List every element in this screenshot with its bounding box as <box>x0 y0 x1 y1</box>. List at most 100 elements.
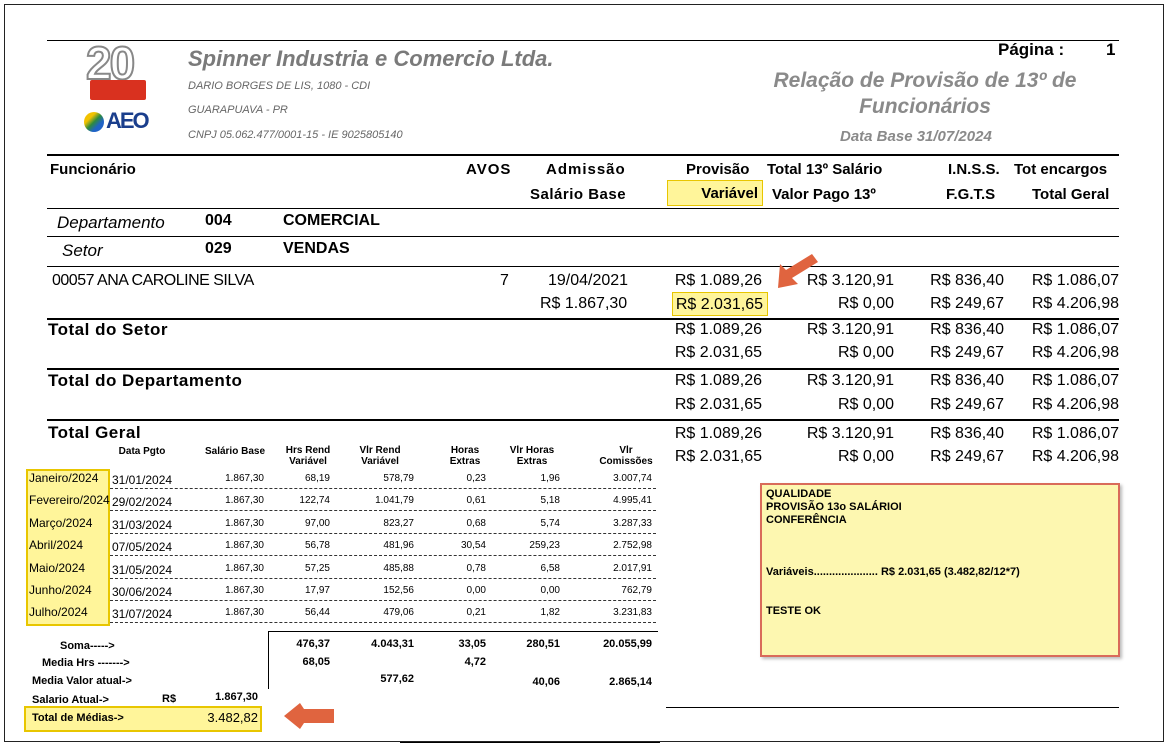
mh-salario-base: Salário Base <box>204 446 266 457</box>
sum-vrule <box>268 631 269 689</box>
logo-aeo: AEO <box>84 106 156 146</box>
row-divider <box>110 532 656 534</box>
month-vlr: 1.041,79 <box>375 495 414 507</box>
month-hrs: 57,25 <box>304 562 330 574</box>
month-vlr: 578,79 <box>383 473 414 484</box>
geral-variavel: R$ 2.031,65 <box>674 448 762 465</box>
sector-code: 029 <box>205 240 232 257</box>
department-code: 004 <box>205 212 232 229</box>
setor-fgts: R$ 249,67 <box>930 344 1004 361</box>
month-hrs: 56,78 <box>304 540 330 552</box>
logo-globe-icon <box>84 112 104 132</box>
col-total13: Total 13º Salário <box>767 161 883 178</box>
month-he: 0,78 <box>466 562 486 574</box>
header-rule <box>47 154 1119 156</box>
month-vhe: 1,96 <box>540 473 560 484</box>
mh-vlr-rend: Vlr Rend Variável <box>359 445 401 467</box>
mh-vlr-horas-extras: Vlr Horas Extras <box>509 445 555 467</box>
month-com: 2.017,91 <box>613 562 652 574</box>
geral-pago13: R$ 0,00 <box>837 448 894 465</box>
month-date: 31/05/2024 <box>112 562 173 577</box>
note-spacer-2 <box>766 579 1114 605</box>
department-label: Departamento <box>57 213 165 232</box>
month-date: 29/02/2024 <box>112 495 173 510</box>
depto-encargos: R$ 1.086,07 <box>1031 372 1119 389</box>
soma-hrs: 476,37 <box>296 638 330 650</box>
geral-total: R$ 4.206,98 <box>1031 448 1119 465</box>
employee-inss: R$ 836,40 <box>930 272 1004 289</box>
note-spacer <box>766 527 1114 566</box>
month-vlr: 481,96 <box>383 540 414 552</box>
month-vhe: 6,58 <box>540 562 560 574</box>
month-com: 4.995,41 <box>613 495 652 507</box>
col-admissao: Admissão <box>546 161 626 178</box>
soma-com: 20.055,99 <box>603 638 652 650</box>
month-com: 3.231,83 <box>613 607 652 619</box>
month-he: 0,23 <box>466 473 486 484</box>
month-vlr: 152,56 <box>383 585 414 596</box>
col-fgts: F.G.T.S <box>946 186 996 203</box>
month-vhe: 5,18 <box>540 495 560 507</box>
col-avos: AVOS <box>466 161 512 178</box>
month-label: Janeiro/2024 <box>29 471 99 485</box>
row-divider <box>110 577 656 579</box>
total-depto-label: Total do Departamento <box>48 371 243 390</box>
department-name: COMERCIAL <box>283 212 380 229</box>
soma-vhe: 280,51 <box>526 638 560 650</box>
depto-inss: R$ 836,40 <box>930 372 1004 389</box>
total-medias-label: Total de Médias-> <box>32 712 124 724</box>
month-label: Maio/2024 <box>29 560 86 575</box>
month-date: 07/05/2024 <box>112 540 173 555</box>
month-vhe: 259,23 <box>529 540 560 552</box>
media-com: 2.865,14 <box>609 676 652 688</box>
soma-label: Soma-----> <box>60 640 115 652</box>
total-medias: 3.482,82 <box>207 710 258 725</box>
mh-horas-extras: Horas Extras <box>449 445 481 467</box>
month-he: 0,61 <box>466 495 486 507</box>
month-vlr: 823,27 <box>383 517 414 529</box>
month-date: 31/07/2024 <box>112 607 173 622</box>
month-vhe: 5,74 <box>540 517 560 529</box>
month-label: Julho/2024 <box>29 605 88 620</box>
month-vhe: 0,00 <box>540 585 560 596</box>
month-salario: 1.867,30 <box>225 540 264 552</box>
sticky-note: QUALIDADE PROVISÃO 13o SALÁRIOI CONFERÊN… <box>760 483 1120 657</box>
employee-total: R$ 4.206,98 <box>1031 295 1119 312</box>
employee-variavel: R$ 2.031,65 <box>672 292 768 316</box>
month-vhe: 1,82 <box>540 607 560 619</box>
setor-pago13: R$ 0,00 <box>837 344 894 361</box>
col-provisao: Provisão <box>686 161 750 178</box>
employee-fgts: R$ 249,67 <box>930 295 1004 312</box>
salario-atual-currency: R$ <box>162 693 177 705</box>
media-he: 4,72 <box>464 656 486 668</box>
mh-data-pgto: Data Pgto <box>118 446 166 457</box>
month-com: 3.007,74 <box>613 473 652 484</box>
bottom-rule <box>666 707 1119 708</box>
depto-variavel: R$ 2.031,65 <box>674 396 762 413</box>
month-hrs: 97,00 <box>304 517 330 529</box>
setor-provisao: R$ 1.089,26 <box>674 321 762 338</box>
page-label: Página : <box>998 40 1065 59</box>
month-label: Junho/2024 <box>29 583 92 597</box>
geral-encargos: R$ 1.086,07 <box>1031 425 1119 442</box>
setor-inss: R$ 836,40 <box>930 321 1004 338</box>
top-rule <box>47 40 1119 41</box>
month-hrs: 122,74 <box>299 495 330 507</box>
geral-provisao: R$ 1.089,26 <box>674 425 762 442</box>
note-line3: CONFERÊNCIA <box>766 514 847 526</box>
month-date: 31/03/2024 <box>112 517 173 532</box>
sector-label: Setor <box>62 241 103 260</box>
month-hrs: 68,19 <box>304 473 330 484</box>
logo-red-band <box>90 80 146 100</box>
month-label: Abril/2024 <box>29 538 84 553</box>
employee-avos: 7 <box>500 272 509 289</box>
col-inss: I.N.S.S. <box>948 161 1000 178</box>
media-hrs: 68,05 <box>302 656 330 668</box>
col-total-geral: Total Geral <box>1032 186 1110 203</box>
month-salario: 1.867,30 <box>225 585 264 596</box>
month-hrs: 56,44 <box>304 607 330 619</box>
company-address: DARIO BORGES DE LIS, 1080 - CDI <box>188 80 371 92</box>
company-cnpj: CNPJ 05.062.477/0001-15 - IE 9025805140 <box>188 129 403 141</box>
company-name: Spinner Industria e Comercio Ltda. <box>188 46 554 71</box>
month-he: 0,68 <box>466 517 486 529</box>
